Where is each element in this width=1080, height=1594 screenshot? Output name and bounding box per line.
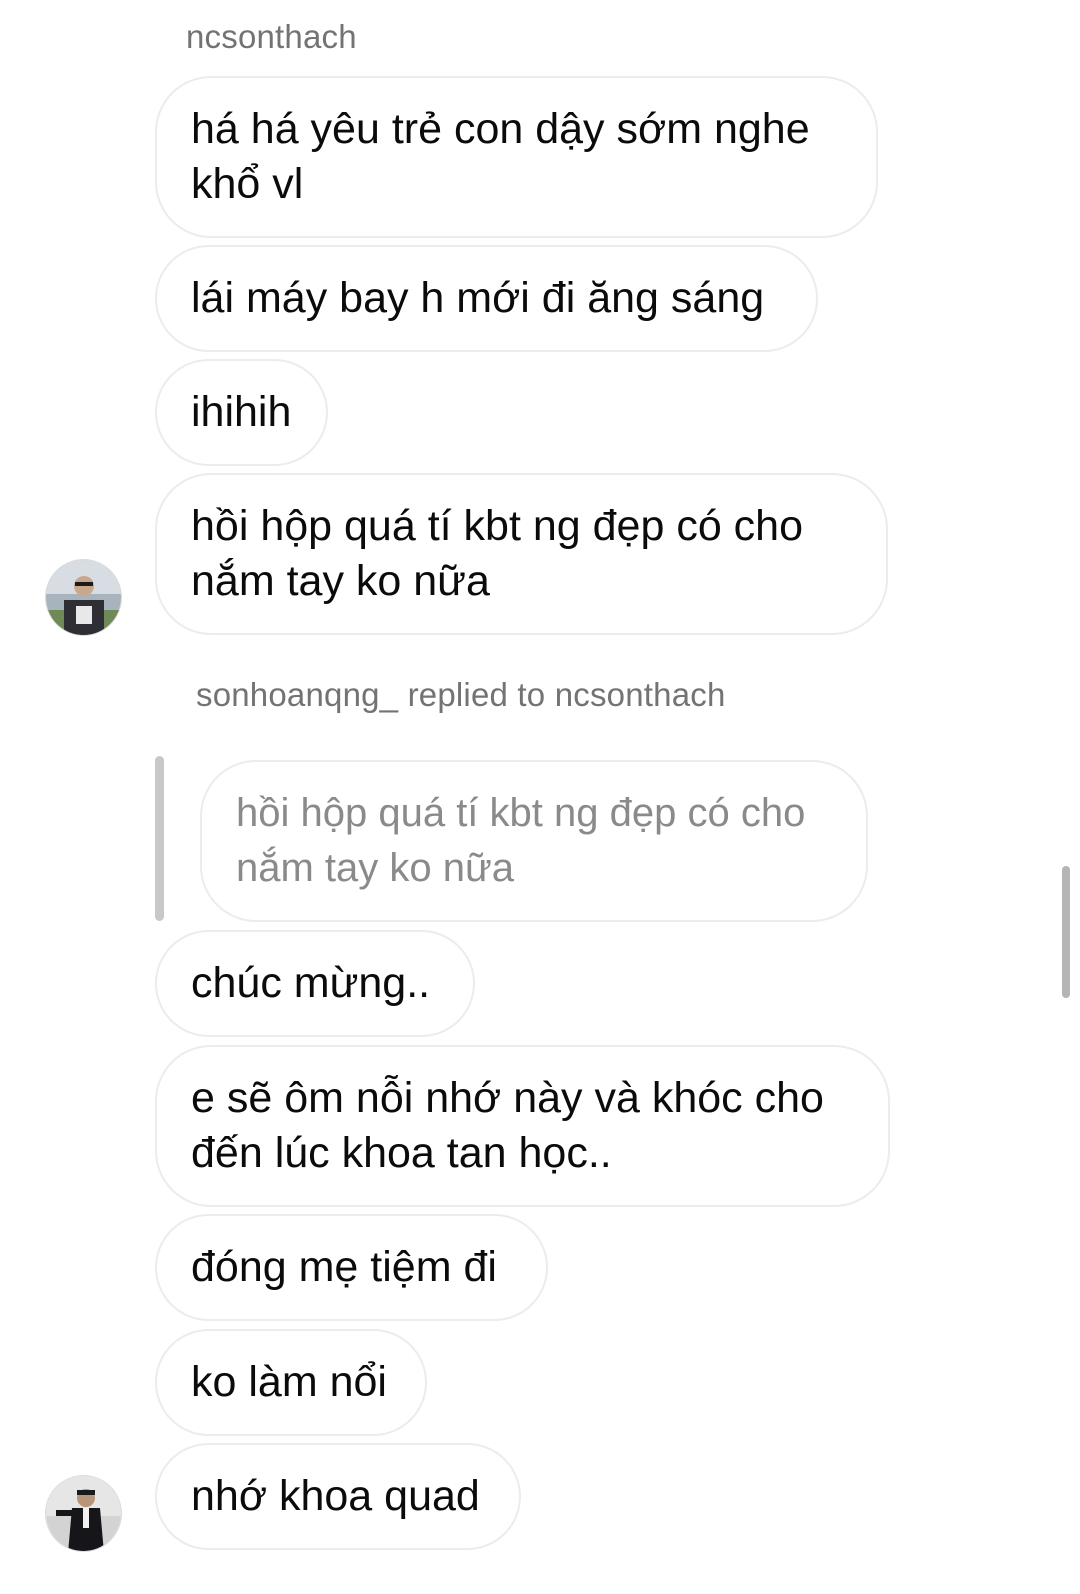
message-text: hồi hộp quá tí kbt ng đẹp có cho nắm tay… <box>191 502 804 605</box>
avatar-photo-icon <box>46 1476 121 1551</box>
user-avatar[interactable] <box>45 559 122 636</box>
avatar-photo-icon <box>46 560 121 635</box>
message-text: ko làm nổi <box>191 1358 387 1406</box>
message-text: ihihih <box>191 388 292 436</box>
quoted-text: hồi hộp quá tí kbt ng đẹp có cho nắm tay… <box>236 791 806 890</box>
quoted-message[interactable]: hồi hộp quá tí kbt ng đẹp có cho nắm tay… <box>200 760 868 922</box>
message-bubble[interactable]: nhớ khoa quad <box>155 1443 521 1550</box>
message-text: nhớ khoa quad <box>191 1472 480 1520</box>
scrollbar[interactable] <box>1062 866 1070 998</box>
message-bubble[interactable]: chúc mừng.. <box>155 930 475 1037</box>
message-bubble[interactable]: lái máy bay h mới đi ăng sáng <box>155 245 818 352</box>
message-bubble[interactable]: ihihih <box>155 359 328 466</box>
message-text: há há yêu trẻ con dậy sớm nghe khổ vl <box>191 105 810 208</box>
sender-name[interactable]: ncsonthach <box>186 18 357 56</box>
reply-header: sonhoanqng_ replied to ncsonthach <box>196 676 726 713</box>
message-bubble[interactable]: e sẽ ôm nỗi nhớ này và khóc cho đến lúc … <box>155 1045 890 1207</box>
quote-bar <box>155 756 164 921</box>
message-bubble[interactable]: ko làm nổi <box>155 1329 427 1436</box>
message-text: e sẽ ôm nỗi nhớ này và khóc cho đến lúc … <box>191 1074 824 1177</box>
user-avatar[interactable] <box>45 1475 122 1552</box>
message-text: đóng mẹ tiệm đi <box>191 1243 497 1291</box>
message-bubble[interactable]: há há yêu trẻ con dậy sớm nghe khổ vl <box>155 76 878 238</box>
message-bubble[interactable]: đóng mẹ tiệm đi <box>155 1214 548 1321</box>
message-text: chúc mừng.. <box>191 959 431 1007</box>
message-bubble[interactable]: hồi hộp quá tí kbt ng đẹp có cho nắm tay… <box>155 473 888 635</box>
message-text: lái máy bay h mới đi ăng sáng <box>191 274 765 322</box>
